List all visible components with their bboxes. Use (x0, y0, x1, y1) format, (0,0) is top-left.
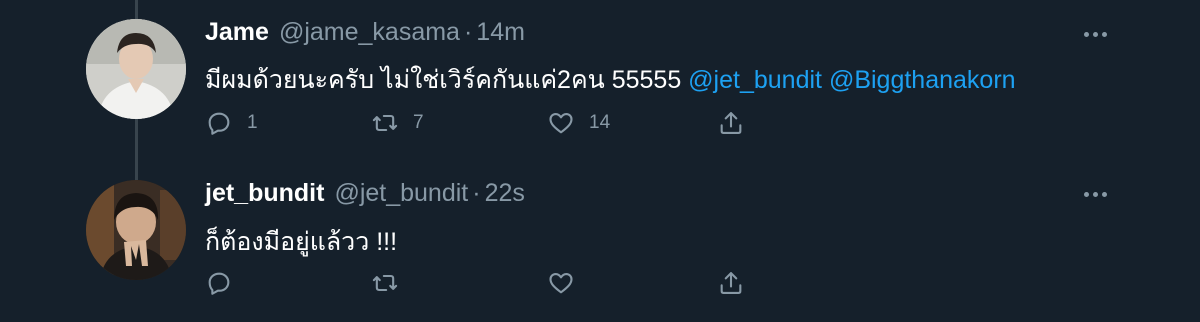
reply-button[interactable] (205, 268, 247, 298)
tweet[interactable]: jet_bundit @jet_bundit · 22s ก็ต้องมีอยู… (0, 160, 1200, 322)
user-handle[interactable]: @jet_bundit (334, 179, 468, 208)
more-icon[interactable] (1078, 184, 1112, 204)
like-button[interactable]: 14 (547, 108, 610, 138)
share-icon (720, 112, 742, 134)
share-button[interactable] (717, 108, 745, 138)
tweet-body: มีผมด้วยนะครับ ไม่ใช่เวิร์คกันแค่2คน 555… (205, 66, 689, 94)
tweet-header: jet_bundit @jet_bundit · 22s (205, 176, 525, 210)
retweet-icon (372, 274, 398, 292)
reply-icon (208, 272, 230, 295)
avatar-photo (86, 180, 186, 280)
mention-link[interactable]: @Biggthanakorn (829, 66, 1016, 94)
like-icon (549, 112, 573, 134)
user-handle[interactable]: @jame_kasama (279, 18, 460, 47)
mention-link[interactable]: @jet_bundit (688, 66, 822, 94)
tweet-actions (205, 268, 765, 298)
tweet-header: Jame @jame_kasama · 14m (205, 15, 525, 49)
reply-icon (208, 112, 230, 135)
reply-button[interactable]: 1 (205, 108, 258, 138)
avatar-photo (86, 19, 186, 119)
timestamp[interactable]: 22s (485, 179, 525, 208)
share-button[interactable] (717, 268, 745, 298)
tweet[interactable]: Jame @jame_kasama · 14m มีผมด้วยนะครับ ไ… (0, 0, 1200, 160)
like-button[interactable] (547, 268, 589, 298)
timestamp[interactable]: 14m (476, 18, 525, 47)
like-count: 14 (589, 112, 611, 133)
separator-dot: · (463, 17, 473, 46)
like-icon (549, 272, 573, 294)
display-name[interactable]: jet_bundit (205, 179, 324, 208)
display-name[interactable]: Jame (205, 18, 269, 47)
retweet-icon (372, 114, 398, 132)
retweet-button[interactable] (371, 268, 413, 298)
more-icon[interactable] (1078, 24, 1112, 44)
avatar[interactable] (86, 180, 186, 280)
avatar[interactable] (86, 19, 186, 119)
share-icon (720, 272, 742, 294)
reply-count: 1 (247, 112, 258, 133)
retweet-button[interactable]: 7 (371, 108, 424, 138)
tweet-actions: 1 7 14 (205, 108, 765, 138)
tweet-text: ก็ต้องมีอยู่แล้วว !!! (205, 228, 398, 256)
retweet-count: 7 (413, 112, 424, 133)
separator-dot: · (472, 178, 481, 207)
tweet-text: มีผมด้วยนะครับ ไม่ใช่เวิร์คกันแค่2คน 555… (205, 60, 1016, 100)
